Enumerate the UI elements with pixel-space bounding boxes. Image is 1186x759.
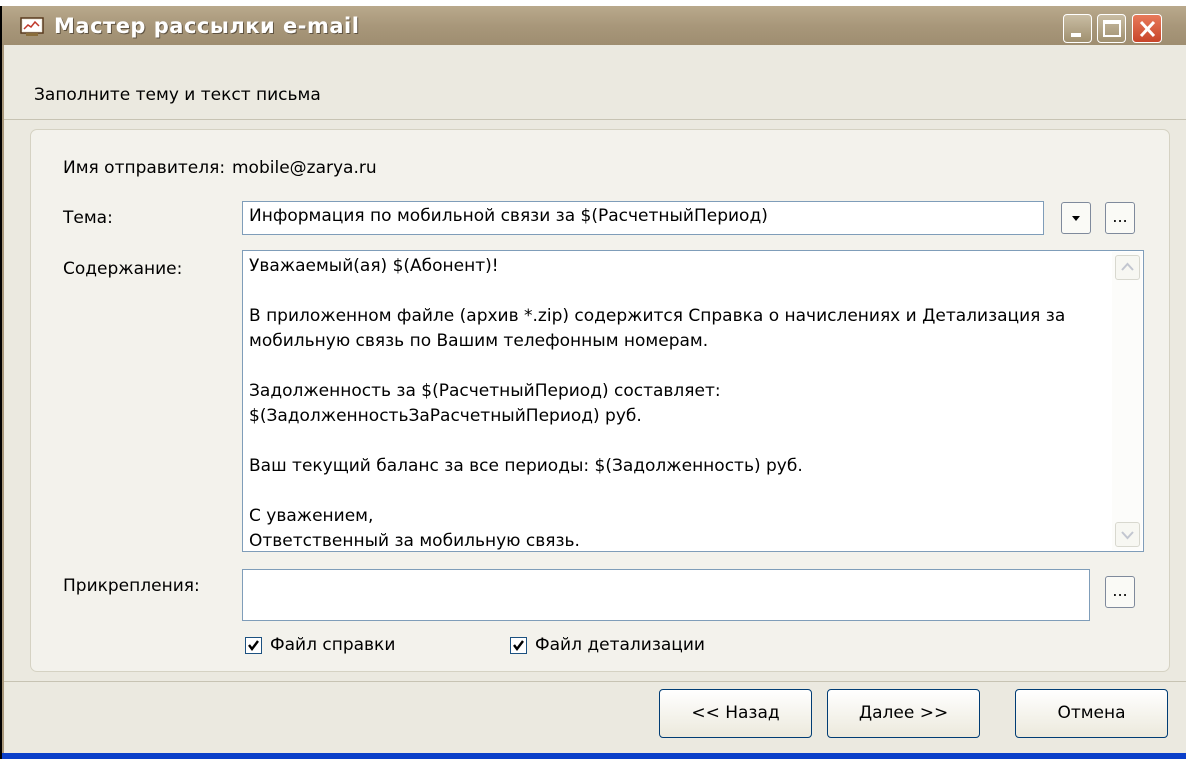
content-line: мобильную связь по Вашим телефонным номе… xyxy=(249,331,709,351)
report-file-checkbox[interactable] xyxy=(245,637,262,654)
dropdown-arrow-icon xyxy=(1072,216,1080,221)
attachments-label: Прикрепления: xyxy=(63,576,200,596)
content-label: Содержание: xyxy=(63,259,183,279)
header-separator xyxy=(4,119,1186,120)
content-text: Уважаемый(ая) $(Абонент)! В приложенном … xyxy=(249,254,1105,554)
subject-input[interactable]: Информация по мобильной связи за $(Расче… xyxy=(242,201,1044,235)
chevron-up-icon xyxy=(1121,262,1134,271)
cancel-button[interactable]: Отмена xyxy=(1015,689,1168,738)
attachments-browse-button[interactable]: ... xyxy=(1105,576,1135,608)
subject-browse-button[interactable]: ... xyxy=(1105,202,1135,234)
minimize-icon xyxy=(1071,33,1081,37)
scroll-down-button[interactable] xyxy=(1115,522,1140,547)
next-button-label: Далее >> xyxy=(858,703,949,723)
content-line: $(ЗадолженностьЗаРасчетныйПериод) руб. xyxy=(249,406,642,426)
content-line: Ответственный за мобильную связь. xyxy=(249,531,580,551)
instruction-text: Заполните тему и текст письма xyxy=(34,85,321,105)
window-edge xyxy=(0,6,2,759)
next-button[interactable]: Далее >> xyxy=(827,689,980,738)
content-line xyxy=(249,279,1105,304)
chevron-down-icon xyxy=(1121,531,1134,540)
content-textarea[interactable]: Уважаемый(ая) $(Абонент)! В приложенном … xyxy=(242,250,1144,552)
subject-value: Информация по мобильной связи за $(Расче… xyxy=(249,206,768,226)
detail-file-checkbox[interactable] xyxy=(510,637,527,654)
back-button[interactable]: << Назад xyxy=(659,689,812,738)
checkmark-icon xyxy=(248,640,259,651)
content-line: Ваш текущий баланс за все периоды: $(Зад… xyxy=(249,456,803,476)
content-line xyxy=(249,429,1105,454)
scroll-up-button[interactable] xyxy=(1115,255,1140,280)
attachments-input[interactable] xyxy=(242,569,1090,621)
subject-dropdown-button[interactable] xyxy=(1061,202,1091,234)
window-title: Мастер рассылки e-mail xyxy=(54,14,360,38)
content-scrollbar[interactable] xyxy=(1112,252,1142,550)
content-line: Задолженность за $(РасчетныйПериод) сост… xyxy=(249,381,721,401)
subject-label: Тема: xyxy=(63,208,113,228)
report-file-label: Файл справки xyxy=(270,635,396,655)
maximize-button[interactable] xyxy=(1097,14,1126,43)
minimize-button[interactable] xyxy=(1063,14,1092,43)
maximize-icon xyxy=(1103,20,1121,37)
content-line xyxy=(249,479,1105,504)
cancel-button-label: Отмена xyxy=(1057,703,1126,723)
content-line: В приложенном файле (архив *.zip) содерж… xyxy=(249,306,1066,326)
subject-browse-label: ... xyxy=(1112,207,1128,226)
content-line xyxy=(249,354,1105,379)
checkmark-icon xyxy=(513,640,524,651)
close-button[interactable] xyxy=(1132,14,1162,43)
detail-file-label: Файл детализации xyxy=(535,635,705,655)
close-icon xyxy=(1139,20,1156,38)
attachments-browse-label: ... xyxy=(1112,581,1128,600)
footer-separator xyxy=(4,681,1186,682)
content-line: Уважаемый(ая) $(Абонент)! xyxy=(249,256,499,276)
mail-window-icon xyxy=(20,17,44,37)
content-line: С уважением, xyxy=(249,506,374,526)
sender-value: mobile@zarya.ru xyxy=(232,158,377,178)
back-button-label: << Назад xyxy=(691,703,780,723)
sender-label: Имя отправителя: xyxy=(63,158,226,178)
